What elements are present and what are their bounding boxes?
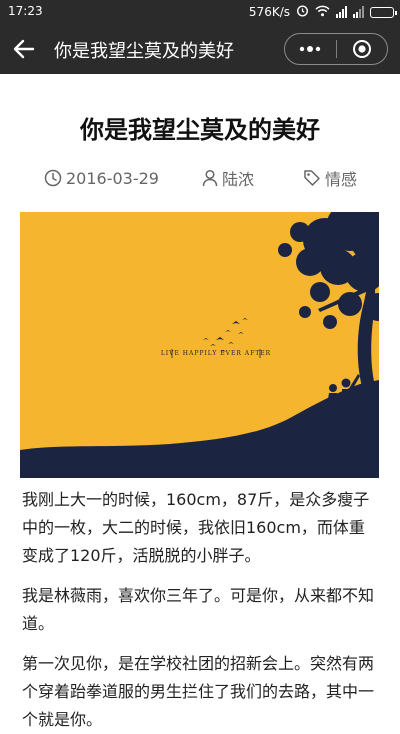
close-button[interactable]	[337, 34, 388, 64]
net-speed: 576K/s	[248, 5, 290, 19]
article-paragraph: 第一次见你，是在学校社团的招新会上。突然有两个穿着跆拳道服的男生拦住了我们的去路…	[22, 654, 375, 729]
battery-icon	[370, 6, 397, 18]
tag-icon	[304, 170, 320, 186]
status-icons: 576K/s	[248, 3, 397, 21]
back-arrow-icon	[13, 39, 35, 59]
nav-title: 你是我望尘莫及的美好	[54, 41, 234, 62]
article-date: 2016-03-29	[44, 166, 159, 190]
author-text: 陆浓	[222, 170, 255, 189]
more-dots-icon	[300, 46, 321, 52]
cover-image: LIVE HAPPILY EVER AFTER	[20, 212, 379, 478]
article-tag[interactable]: 情感	[303, 166, 357, 190]
back-button[interactable]	[10, 35, 38, 63]
article-author[interactable]: 陆浓	[202, 166, 254, 190]
alarm-icon	[296, 4, 309, 20]
signal-icon-2	[353, 6, 364, 18]
capsule-menu	[284, 33, 388, 65]
status-time: 17:23	[8, 4, 43, 18]
date-text: 2016-03-29	[66, 168, 159, 188]
wifi-icon	[315, 5, 330, 20]
article-title: 你是我望尘莫及的美好	[80, 116, 320, 144]
clock-icon	[44, 169, 62, 187]
cover-caption: LIVE HAPPILY EVER AFTER	[161, 350, 271, 357]
user-icon	[202, 169, 218, 187]
close-target-icon	[352, 40, 371, 58]
signal-icon	[336, 6, 347, 18]
tag-text: 情感	[325, 170, 358, 189]
article-paragraph: 我刚上大一的时候，160cm，87斤，是众多瘦子中的一枚，大二的时候，我依旧16…	[22, 490, 370, 565]
article-paragraph: 我是林薇雨，喜欢你三年了。可是你，从来都不知道。	[22, 586, 375, 633]
status-bar: 17:23 576K/s	[0, 0, 400, 24]
more-button[interactable]	[285, 34, 336, 64]
nav-bar: 你是我望尘莫及的美好	[0, 24, 400, 74]
